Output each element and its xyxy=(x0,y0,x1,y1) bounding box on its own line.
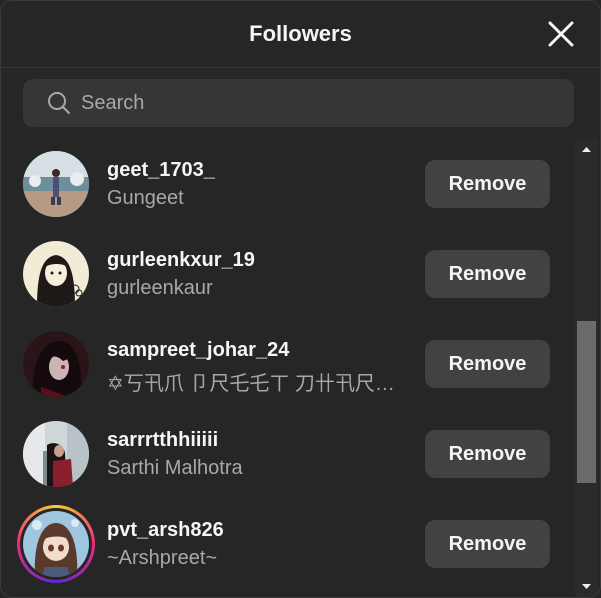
scroll-down-button[interactable] xyxy=(575,575,598,597)
list-item: pvt_arsh826 ~Arshpreet~ Remove xyxy=(1,497,573,587)
follower-username[interactable]: geet_1703_ xyxy=(107,159,215,182)
follower-full-name: ✡丂卂爪 卩尺乇乇ㄒ 刀卄卂尺… xyxy=(107,373,395,395)
scrollbar[interactable] xyxy=(575,139,598,597)
followers-dialog: Followers Search geet_1703_ Gungeet Remo… xyxy=(0,0,601,598)
avatar-image xyxy=(23,151,89,217)
follower-username[interactable]: gurleenkxur_19 xyxy=(107,249,255,272)
avatar-image xyxy=(23,421,89,487)
follower-full-name: ~Arshpreet~ xyxy=(107,547,218,569)
close-button[interactable] xyxy=(548,21,574,47)
follower-username[interactable]: sampreet_johar_24 xyxy=(107,339,289,362)
avatar-image xyxy=(23,241,89,307)
avatar-image xyxy=(23,511,89,577)
list-item: sarrrtthhiiiii Sarthi Malhotra Remove xyxy=(1,407,573,497)
remove-button[interactable]: Remove xyxy=(425,340,550,388)
scrollbar-thumb[interactable] xyxy=(577,321,596,483)
followers-list: geet_1703_ Gungeet Remove gurleenkxur_19 xyxy=(1,137,573,597)
remove-button[interactable]: Remove xyxy=(425,430,550,478)
list-item: sampreet_johar_24 ✡丂卂爪 卩尺乇乇ㄒ 刀卄卂尺… Remov… xyxy=(1,317,573,407)
avatar-with-story-ring[interactable] xyxy=(17,505,95,583)
remove-button[interactable]: Remove xyxy=(425,250,550,298)
avatar-image xyxy=(23,331,89,397)
triangle-up-icon xyxy=(582,147,591,152)
follower-full-name: Sarthi Malhotra xyxy=(107,457,243,479)
avatar[interactable] xyxy=(23,421,89,487)
search-icon xyxy=(48,92,70,114)
follower-full-name: gurleenkaur xyxy=(107,277,213,299)
list-item: gurleenkxur_19 gurleenkaur Remove xyxy=(1,227,573,317)
dialog-title: Followers xyxy=(249,21,352,46)
search-bar xyxy=(23,79,574,127)
avatar[interactable] xyxy=(23,331,89,397)
follower-full-name: Gungeet xyxy=(107,187,184,209)
follower-username[interactable]: sarrrtthhiiiii xyxy=(107,429,218,452)
dialog-header: Followers xyxy=(1,1,600,68)
remove-button[interactable]: Remove xyxy=(425,520,550,568)
list-item: geet_1703_ Gungeet Remove xyxy=(1,137,573,227)
triangle-down-icon xyxy=(582,584,591,589)
scroll-up-button[interactable] xyxy=(575,139,598,161)
search-input[interactable] xyxy=(81,79,551,127)
avatar xyxy=(23,511,89,577)
remove-button[interactable]: Remove xyxy=(425,160,550,208)
close-icon xyxy=(548,21,574,47)
avatar[interactable] xyxy=(23,151,89,217)
avatar[interactable] xyxy=(23,241,89,307)
follower-username[interactable]: pvt_arsh826 xyxy=(107,519,224,542)
